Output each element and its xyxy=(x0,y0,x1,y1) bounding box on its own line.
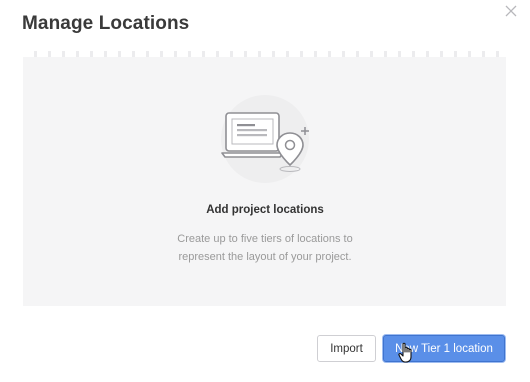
close-button[interactable] xyxy=(503,3,519,19)
dialog-title: Manage Locations xyxy=(22,13,190,34)
import-button[interactable]: Import xyxy=(317,335,376,362)
panel-top-border xyxy=(23,51,506,57)
manage-locations-dialog: Manage Locations Add project locations C… xyxy=(0,0,530,382)
empty-state-description-line: represent the layout of your project. xyxy=(178,251,352,263)
empty-state-description: Create up to five tiers of locations to … xyxy=(0,230,530,266)
close-icon xyxy=(505,5,517,17)
empty-state-description-line: Create up to five tiers of locations to xyxy=(177,233,353,245)
laptop-location-pin-illustration xyxy=(219,93,311,185)
empty-state-heading: Add project locations xyxy=(206,204,324,216)
hand-pointer-cursor xyxy=(398,342,416,364)
